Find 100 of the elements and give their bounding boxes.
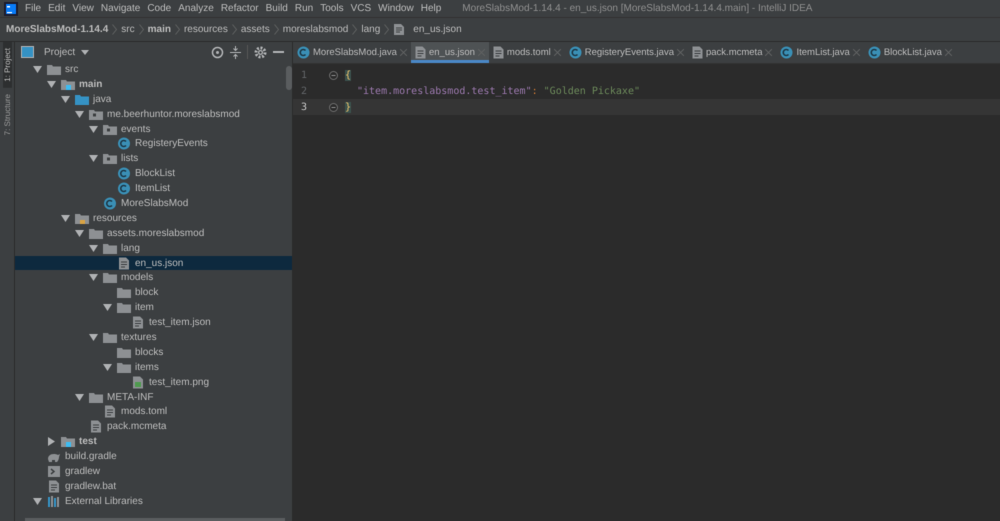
menu-item[interactable]: VCS <box>350 3 372 14</box>
line-number: 3 <box>300 102 308 112</box>
menu-item[interactable]: Help <box>420 3 442 14</box>
editor-tab[interactable]: ItemList.java <box>776 42 864 63</box>
menu-item[interactable]: View <box>72 3 94 14</box>
breadcrumb-item[interactable]: assets <box>240 24 270 35</box>
tree-item[interactable]: ItemList <box>135 183 170 194</box>
breadcrumb-item[interactable]: resources <box>184 24 228 35</box>
tree-item[interactable]: block <box>135 287 158 298</box>
tree-item[interactable]: External Libraries <box>65 496 143 507</box>
tree-item[interactable]: META-INF <box>107 392 154 403</box>
tree-item[interactable]: RegisteryEvents <box>135 138 208 150</box>
tree-item[interactable]: MoreSlabsMod <box>121 198 188 209</box>
file-icon <box>492 46 504 59</box>
class-icon <box>103 196 117 210</box>
tree-item[interactable]: item <box>135 302 154 314</box>
tree-item[interactable]: BlockList <box>135 168 176 180</box>
editor-tab[interactable]: mods.toml <box>488 42 565 63</box>
panel-title[interactable]: Project <box>44 46 76 58</box>
breadcrumb-item[interactable]: src <box>121 24 135 35</box>
folder-icon <box>89 226 103 240</box>
breadcrumb-item[interactable]: lang <box>361 24 380 35</box>
menu-item[interactable]: Tools <box>320 3 344 14</box>
expand-arrow-icon[interactable] <box>89 244 98 253</box>
expand-arrow-icon[interactable] <box>47 80 56 89</box>
editor-tab[interactable]: BlockList.java <box>864 42 956 63</box>
tree-item[interactable]: items <box>135 362 159 373</box>
menu-item[interactable]: Code <box>147 3 172 14</box>
target-icon[interactable] <box>211 46 224 58</box>
editor-tab[interactable]: RegisteryEvents.java <box>564 42 688 63</box>
menu-item[interactable]: Refactor <box>220 3 259 14</box>
menu-item[interactable]: Build <box>266 3 288 14</box>
collapse-icon[interactable] <box>230 46 241 58</box>
expand-arrow-icon[interactable] <box>89 124 98 134</box>
tree-item[interactable]: events <box>121 124 150 134</box>
expand-arrow-icon[interactable] <box>89 273 98 282</box>
tree-item[interactable]: pack.mcmeta <box>107 421 166 432</box>
module-folder-icon <box>61 78 75 91</box>
tree-item[interactable]: gradlew.bat <box>65 480 116 492</box>
tool-window-tab[interactable]: 1: Project <box>2 42 12 88</box>
tree-item[interactable]: main <box>79 78 102 90</box>
window-icon <box>21 46 34 58</box>
breadcrumb-item[interactable]: main <box>148 24 171 35</box>
tool-window-tab[interactable]: 7: Structure <box>2 88 12 142</box>
file-icon <box>47 480 61 493</box>
expand-arrow-icon[interactable] <box>89 332 98 342</box>
expand-arrow-icon[interactable] <box>61 94 70 104</box>
fold-marker-icon[interactable] <box>328 70 338 80</box>
tree-item[interactable]: lang <box>121 242 140 254</box>
breadcrumb-item[interactable]: moreslabsmod <box>282 24 348 35</box>
tree-item[interactable]: resources <box>93 212 137 224</box>
settings-icon[interactable] <box>254 46 267 58</box>
tree-item[interactable]: test <box>79 436 97 448</box>
expand-arrow-icon[interactable] <box>75 228 84 238</box>
menu-item[interactable]: Run <box>294 3 314 14</box>
folder-icon <box>117 286 131 300</box>
tree-item[interactable]: assets.moreslabsmod <box>107 228 204 239</box>
tree-item[interactable]: models <box>121 272 154 284</box>
chevron-icon <box>174 24 180 35</box>
tree-item[interactable]: build.gradle <box>65 451 117 462</box>
file-icon <box>89 420 103 434</box>
tree-item[interactable]: lists <box>121 153 138 164</box>
config-file-icon <box>103 405 117 418</box>
folder-icon <box>47 62 61 76</box>
tree-item[interactable]: test_item.json <box>149 317 211 328</box>
expand-arrow-icon[interactable] <box>75 392 84 402</box>
tree-item[interactable]: src <box>65 64 78 75</box>
class-icon <box>117 182 131 196</box>
editor-tab[interactable]: pack.mcmeta <box>688 42 776 63</box>
breadcrumb-item[interactable]: en_us.json <box>413 24 462 35</box>
tree-item[interactable]: me.beerhuntor.moreslabsmod <box>107 108 240 120</box>
expand-arrow-icon[interactable] <box>33 64 42 74</box>
expand-arrow-icon[interactable] <box>103 362 112 372</box>
tree-item[interactable]: gradlew <box>65 466 100 477</box>
expand-arrow-icon[interactable] <box>47 437 56 446</box>
caret-icon[interactable] <box>81 50 90 54</box>
breadcrumb-item[interactable]: MoreSlabsMod-1.14.4 <box>6 24 108 35</box>
editor-tab[interactable]: MoreSlabsMod.java <box>293 42 411 63</box>
menu-item[interactable]: File <box>25 3 42 14</box>
menu-item[interactable]: Navigate <box>100 3 140 14</box>
expand-arrow-icon[interactable] <box>103 303 112 312</box>
menu-item[interactable]: Edit <box>48 3 66 14</box>
tree-item[interactable]: mods.toml <box>121 406 168 418</box>
menu-item[interactable]: Analyze <box>178 3 214 14</box>
expand-arrow-icon[interactable] <box>61 214 70 223</box>
expand-arrow-icon[interactable] <box>89 154 98 164</box>
json-file-icon <box>131 316 145 330</box>
expand-arrow-icon[interactable] <box>75 110 84 119</box>
editor-tab[interactable]: en_us.json <box>410 42 489 63</box>
scrollbar[interactable] <box>286 66 292 90</box>
tree-item[interactable]: java <box>93 94 112 105</box>
menu-item[interactable]: Window <box>378 3 414 14</box>
expand-arrow-icon[interactable] <box>33 496 42 506</box>
tree-item[interactable]: textures <box>121 332 157 343</box>
fold-marker-icon[interactable] <box>328 102 338 112</box>
tree-item[interactable]: en_us.json <box>135 258 184 269</box>
class-icon <box>568 46 582 59</box>
class-icon <box>117 167 131 180</box>
tree-item[interactable]: blocks <box>135 346 164 358</box>
tree-item[interactable]: test_item.png <box>149 376 210 388</box>
